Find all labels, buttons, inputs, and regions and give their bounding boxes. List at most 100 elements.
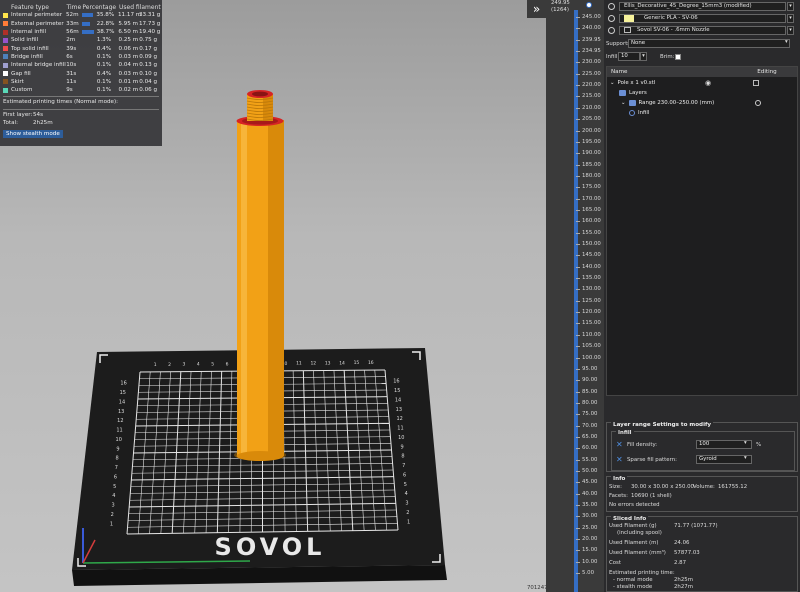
print-preset-combo[interactable]: Ellis_Decorative_45_Degree_15mm3 (modifi… [619, 1, 786, 11]
filament-mm3-value: 57877.03 [674, 550, 700, 556]
layer-slider[interactable]: 249.95 (1264) 245.00 240.00 239.95 234.95 23… [546, 0, 604, 592]
object-name: Pole x 1 v0.stl [617, 80, 656, 86]
legend-feature-name: Internal infill [11, 29, 47, 36]
legend-filament-g: 33.31 g [138, 12, 161, 19]
legend-row[interactable]: Internal perimeter 52m 35.8% 11.17 m 33.31 g [3, 11, 161, 19]
bed-label-left: 7 [115, 465, 118, 471]
bed-label-right: 5 [404, 482, 407, 488]
bed-label-left: 16 [120, 381, 126, 387]
chevron-down-icon[interactable]: ▾ [744, 455, 747, 461]
slider-tick-mark [576, 221, 580, 223]
legend-row[interactable]: Internal infill 56m 38.7% 6.50 m 19.40 g [3, 28, 161, 36]
legend-filament-m: 6.50 m [118, 29, 138, 36]
slider-tick-label: 50.00 [582, 468, 598, 474]
filament-preset-combo[interactable]: Generic PLA - SV-06 [619, 13, 786, 23]
supports-combo[interactable]: None [628, 39, 790, 48]
legend-bar-wrap [81, 13, 97, 18]
infill-setting-row[interactable]: Infill [629, 108, 649, 118]
slider-tick-label: 55.00 [582, 456, 598, 463]
range-settings-icon[interactable] [755, 100, 761, 106]
legend-percentage: 1.3% [96, 37, 112, 44]
slider-tick-label: 20.00 [582, 536, 598, 543]
layers-row[interactable]: Layers [619, 88, 647, 98]
filament-preset-row[interactable]: Generic PLA - SV-06 ▾ [608, 13, 794, 23]
legend-percentage: 38.7% [96, 29, 115, 36]
slider-tick-label: 165.00 [582, 206, 601, 213]
range-icon [628, 100, 636, 106]
legend-bar-wrap [82, 72, 97, 76]
legend-filament-g: 19.40 g [138, 29, 161, 36]
chevron-down-icon[interactable]: ▾ [785, 39, 788, 45]
legend-time: 6s [66, 53, 73, 60]
legend-row[interactable]: Bridge infill 6s 0.1% 0.03 m 0.09 g [3, 53, 159, 61]
legend-total: Total: 2h25m [3, 120, 159, 128]
bed-label-left: 14 [119, 399, 125, 405]
slider-tick-label: 170.00 [582, 195, 601, 202]
slider-tick-mark [576, 28, 580, 30]
brim-checkbox[interactable] [675, 54, 681, 60]
first-layer-value: 54s [33, 112, 44, 119]
slider-tick-label: 230.00 [582, 59, 601, 66]
legend-feature-name: Skirt [11, 78, 24, 85]
slider-tick-mark [576, 357, 580, 359]
bed-label-top: 11 [296, 361, 302, 367]
legend-row[interactable]: Solid infill 2m 1.3% 0.25 m 0.75 g [3, 36, 159, 44]
legend-col-time: Time [66, 3, 82, 11]
slider-tick-label: 25.00 [582, 524, 598, 531]
legend-panel: Feature type Time Percentage Used filame… [0, 0, 162, 146]
chevron-down-icon[interactable]: ▾ [787, 1, 794, 11]
legend-row[interactable]: Internal bridge infill 10s 0.1% 0.04 m 0.13 … [3, 61, 159, 69]
slider-tick-label: 5.00 [582, 570, 595, 577]
legend-row[interactable]: Skirt 11s 0.1% 0.01 m 0.04 g [3, 78, 159, 86]
legend-bar [81, 30, 95, 35]
legend-feature-name: Gap fill [11, 70, 31, 77]
slider-tick-mark [576, 561, 580, 563]
slider-top-value: 249.95 [551, 0, 570, 6]
chevron-down-icon[interactable]: ▾ [744, 440, 747, 446]
legend-filament-g: 0.04 g [139, 78, 158, 85]
infill-combo[interactable]: 10 [618, 52, 640, 61]
object-list[interactable]: Name Editing ⌄ Pole x 1 v0.stl ◉ Layers … [606, 66, 798, 396]
print-preset-row[interactable]: Ellis_Decorative_45_Degree_15mm3 (modifi… [608, 1, 794, 11]
legend-row[interactable]: External perimeter 33m 22.8% 5.95 m 17.73 g [3, 20, 160, 28]
bed-label-right: 11 [397, 426, 403, 432]
legend-row[interactable]: Top solid infill 39s 0.4% 0.06 m 0.17 g [3, 44, 159, 52]
filament-color-swatch[interactable] [624, 14, 634, 22]
slider-tick-mark [576, 539, 580, 541]
slider-tick-label: 234.95 [582, 48, 601, 55]
slider-tick-mark [576, 73, 580, 75]
chevron-down-icon[interactable]: ▾ [787, 13, 794, 23]
editing-icon[interactable] [753, 80, 759, 86]
filament-preset-icon [608, 14, 615, 22]
show-stealth-mode-button[interactable]: Show stealth mode [3, 130, 63, 139]
legend-time: 52m [65, 12, 79, 19]
eye-icon[interactable]: ◉ [705, 79, 711, 87]
slider-tick-label: 130.00 [582, 286, 601, 293]
range-row[interactable]: ⌄ Range 230.00–250.00 (mm) [621, 98, 714, 108]
3d-viewport[interactable]: 16 16 15 15 14 14 13 13 12 12 11 11 10 10 9 9 8 8 7 7 6 6 5 5 4 4… [0, 0, 575, 592]
remove-fill-density-icon[interactable]: ✕ [616, 441, 623, 449]
slider-tick-label: 95.00 [582, 365, 598, 372]
legend-col-filament: Used filament [119, 3, 161, 11]
legend-row[interactable]: Custom 9s 0.1% 0.02 m 0.06 g [3, 86, 159, 94]
legend-swatch [3, 46, 8, 52]
range-label: Range 230.00–250.00 (mm) [638, 100, 715, 106]
bed-label-top: 2 [168, 362, 171, 368]
printer-preset-row[interactable]: Sovol SV-06 - .6mm Nozzle ▾ [608, 25, 794, 35]
printer-preset-combo[interactable]: Sovol SV-06 - .6mm Nozzle [619, 25, 786, 35]
object-row[interactable]: ⌄ Pole x 1 v0.stl [610, 78, 655, 88]
slider-tick-label: 60.00 [582, 445, 598, 452]
expand-icon[interactable]: ⌄ [610, 80, 615, 86]
chevron-down-icon[interactable]: ▾ [787, 25, 794, 35]
legend-header: Feature type Time Percentage Used filame… [3, 3, 161, 11]
expand-icon[interactable]: ⌄ [621, 100, 626, 106]
legend-feature-name: Solid infill [11, 37, 39, 44]
slider-tick-label: 195.00 [582, 138, 601, 145]
slider-top-thumb[interactable] [586, 2, 592, 8]
slider-tick-mark [576, 300, 580, 302]
slider-tick-mark [576, 119, 580, 121]
chevron-down-icon[interactable]: ▾ [640, 52, 647, 61]
remove-fill-pattern-icon[interactable]: ✕ [616, 456, 623, 464]
legend-row[interactable]: Gap fill 31s 0.4% 0.03 m 0.10 g [3, 69, 159, 77]
collapse-sidebar-icon[interactable]: » [527, 0, 546, 18]
